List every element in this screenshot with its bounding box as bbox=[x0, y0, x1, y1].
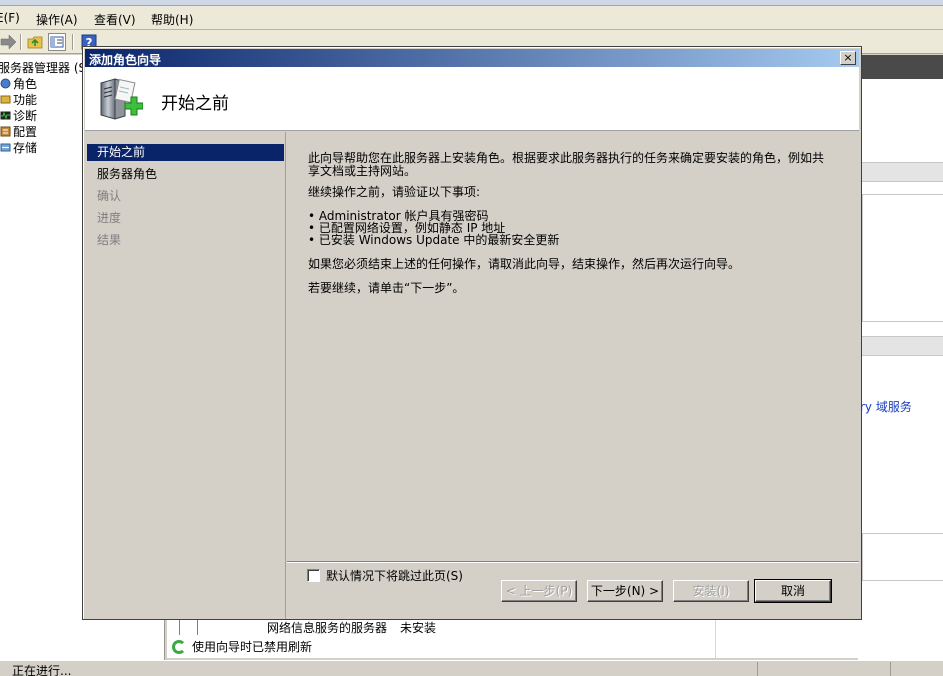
verify-text: 继续操作之前，请验证以下事项: bbox=[308, 185, 481, 199]
status-text: 正在进行... bbox=[12, 664, 72, 676]
section-box bbox=[862, 194, 943, 322]
diagnostics-icon bbox=[0, 110, 11, 121]
roles-icon bbox=[0, 78, 11, 89]
status-bar: 正在进行... bbox=[0, 660, 943, 676]
toolbar-separator bbox=[72, 34, 74, 50]
tree-item-storage[interactable]: 存储 bbox=[0, 139, 37, 155]
storage-icon bbox=[0, 142, 11, 153]
menu-action[interactable]: 操作(A) bbox=[36, 11, 78, 28]
intro-text: 此向导帮助您在此服务器上安装角色。根据要求此服务器执行的任务来确定要安装的角色，… bbox=[308, 151, 825, 178]
add-roles-wizard-dialog: 添加角色向导 × 开始之前 开始之前 服务器角色 确认 进度 结果 此向导帮助您… bbox=[82, 46, 862, 620]
close-icon: × bbox=[843, 51, 853, 64]
nav-step-results: 结果 bbox=[97, 233, 122, 247]
up-folder-icon[interactable] bbox=[26, 33, 44, 51]
continue-hint-text: 若要继续，请单击“下一步”。 bbox=[308, 281, 465, 295]
tree-root-server-manager[interactable]: 服务器管理器 (S bbox=[0, 59, 86, 75]
tree-item-features[interactable]: 功能 bbox=[0, 91, 37, 107]
configuration-icon bbox=[0, 126, 11, 137]
menu-help[interactable]: 帮助(H) bbox=[151, 11, 193, 28]
show-hide-tree-icon[interactable] bbox=[48, 33, 66, 51]
refresh-icon bbox=[172, 639, 186, 654]
tree-item-roles[interactable]: 角色 bbox=[0, 75, 37, 91]
checklist: • Administrator 帐户具有强密码 • 已配置网络设置，例如静态 I… bbox=[308, 210, 559, 246]
role-row-name: 网络信息服务的服务器 bbox=[267, 621, 388, 635]
cancel-button[interactable]: 取消 bbox=[754, 579, 832, 603]
previous-button[interactable]: < 上一步(P) bbox=[501, 580, 577, 602]
status-divider bbox=[890, 662, 891, 676]
nav-step-confirmation: 确认 bbox=[97, 189, 122, 203]
wizard-steps-nav: 开始之前 服务器角色 确认 进度 结果 bbox=[85, 132, 286, 619]
install-button[interactable]: 安装(I) bbox=[673, 580, 749, 602]
skip-page-checkbox[interactable] bbox=[307, 569, 320, 582]
server-add-role-icon bbox=[95, 75, 144, 123]
next-button[interactable]: 下一步(N) > bbox=[587, 580, 663, 602]
dialog-titlebar[interactable]: 添加角色向导 × bbox=[85, 49, 859, 67]
status-divider bbox=[757, 662, 758, 676]
page-title: 开始之前 bbox=[161, 94, 229, 114]
list-guide-line bbox=[179, 619, 180, 635]
skip-page-option[interactable]: 默认情况下将跳过此页(S) bbox=[307, 567, 463, 584]
tree-item-diagnostics[interactable]: 诊断 bbox=[0, 107, 37, 123]
section-band bbox=[858, 162, 943, 182]
role-row-status: 未安装 bbox=[400, 621, 437, 635]
features-icon bbox=[0, 94, 11, 105]
checklist-item: • 已安装 Windows Update 中的最新安全更新 bbox=[308, 233, 560, 247]
roles-summary-side bbox=[715, 618, 943, 658]
refresh-disabled-notice: 使用向导时已禁用刷新 bbox=[172, 638, 312, 655]
forward-arrow-icon[interactable] bbox=[0, 33, 18, 51]
dialog-title: 添加角色向导 bbox=[89, 53, 162, 67]
nav-step-progress: 进度 bbox=[97, 211, 122, 225]
wizard-header: 开始之前 bbox=[85, 67, 859, 131]
ad-domain-services-link[interactable]: ry 域服务 bbox=[860, 398, 912, 415]
section-band bbox=[858, 336, 943, 356]
wizard-content: 此向导帮助您在此服务器上安装角色。根据要求此服务器执行的任务来确定要安装的角色，… bbox=[287, 132, 859, 583]
section-box bbox=[862, 533, 943, 581]
menu-view[interactable]: 查看(V) bbox=[94, 11, 136, 28]
toolbar-separator bbox=[20, 34, 22, 50]
menu-file[interactable]: E(F) bbox=[0, 11, 20, 25]
close-button[interactable]: × bbox=[840, 51, 856, 65]
skip-page-label: 默认情况下将跳过此页(S) bbox=[326, 569, 463, 583]
nav-step-before-you-begin[interactable]: 开始之前 bbox=[87, 144, 284, 161]
menu-bar: E(F) 操作(A) 查看(V) 帮助(H) bbox=[0, 6, 943, 30]
details-pane-header bbox=[858, 55, 943, 79]
list-guide-line bbox=[197, 619, 198, 635]
tree-item-configuration[interactable]: 配置 bbox=[0, 123, 37, 139]
button-separator bbox=[287, 561, 859, 563]
nav-step-server-roles[interactable]: 服务器角色 bbox=[87, 166, 284, 183]
cancel-hint-text: 如果您必须结束上述的任何操作，请取消此向导，结束操作，然后再次运行向导。 bbox=[308, 257, 741, 271]
